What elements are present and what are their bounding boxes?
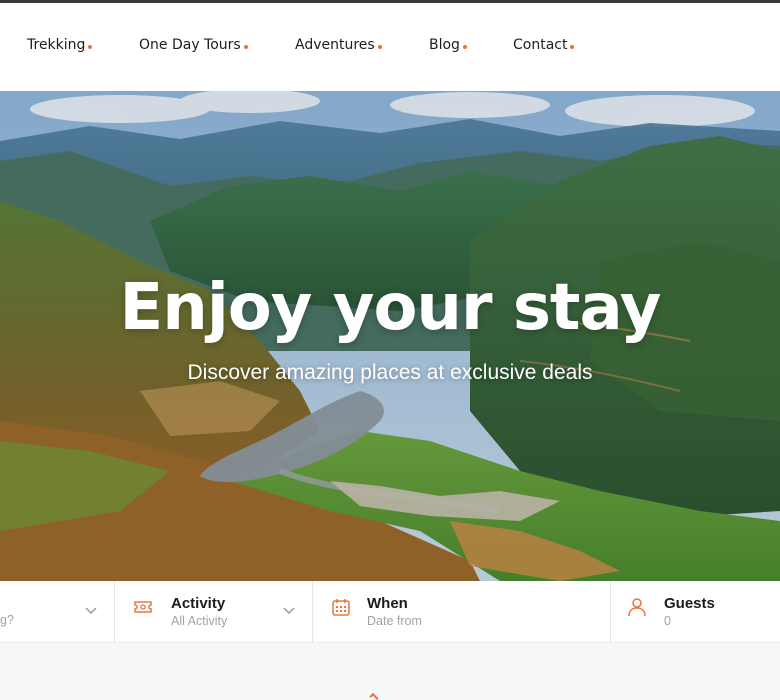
- nav-dot: [377, 45, 382, 49]
- nav-dot: [88, 45, 93, 49]
- chevron-down-icon[interactable]: [282, 603, 296, 617]
- nav-item-one-day-tours[interactable]: One Day Tours: [139, 37, 248, 53]
- guests-field[interactable]: Guests 0: [611, 581, 780, 643]
- guests-label: Guests: [664, 595, 715, 612]
- nav-item-label: Blog: [429, 37, 460, 53]
- content-section: [0, 643, 780, 700]
- nav-dot: [243, 45, 248, 49]
- nav-item-adventures[interactable]: Adventures: [295, 37, 382, 53]
- activity-label: Activity: [171, 595, 226, 612]
- when-field[interactable]: When Date from: [313, 581, 611, 643]
- guests-value: 0: [664, 614, 671, 628]
- nav-item-label: Contact: [513, 37, 568, 53]
- nav-item-label: One Day Tours: [139, 37, 241, 53]
- nav-item-blog[interactable]: Blog: [429, 37, 467, 53]
- search-bar: g? Activity All Activity When Date from: [0, 581, 780, 643]
- main-navigation: Trekking One Day Tours Adventures Blog C…: [0, 3, 780, 91]
- user-icon: [628, 598, 646, 617]
- section-accent-icon: [369, 692, 379, 700]
- hero-title: Enjoy your stay: [119, 271, 662, 345]
- when-value: Date from: [367, 614, 422, 628]
- activity-value: All Activity: [171, 614, 228, 628]
- ticket-icon: [134, 601, 152, 613]
- nav-item-label: Adventures: [295, 37, 375, 53]
- calendar-icon: [332, 599, 350, 616]
- nav-item-label: Trekking: [27, 37, 86, 53]
- nav-dot: [462, 45, 467, 49]
- activity-field[interactable]: Activity All Activity: [115, 581, 313, 643]
- nav-item-trekking[interactable]: Trekking: [27, 37, 93, 53]
- chevron-down-icon[interactable]: [84, 603, 98, 617]
- nav-dot: [570, 45, 575, 49]
- hero-banner: Enjoy your stay Discover amazing places …: [0, 91, 780, 581]
- when-label: When: [367, 595, 408, 612]
- nav-item-contact[interactable]: Contact: [513, 37, 575, 53]
- destination-value: g?: [0, 613, 14, 627]
- destination-field[interactable]: g?: [0, 581, 115, 643]
- hero-subtitle: Discover amazing places at exclusive dea…: [187, 361, 593, 384]
